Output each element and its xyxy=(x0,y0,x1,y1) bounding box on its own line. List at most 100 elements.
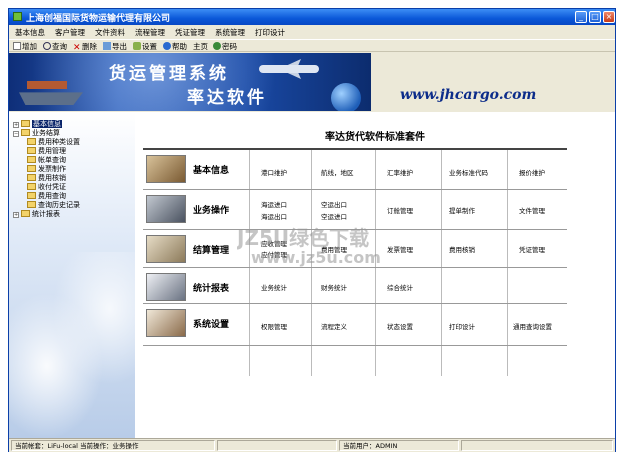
folder-icon xyxy=(27,138,36,145)
app-icon xyxy=(13,12,22,21)
page-title: 率达货代软件标准套件 xyxy=(325,132,425,143)
toolbar-settings[interactable]: 设置 xyxy=(133,41,157,52)
link-route-region[interactable]: 航线，地区 xyxy=(321,167,354,177)
window-title: 上海创福国际货物运输代理有限公司 xyxy=(26,14,171,24)
toolbar-add[interactable]: 增加 xyxy=(13,41,37,52)
folder-icon xyxy=(27,165,36,172)
settings-icon xyxy=(133,42,141,50)
help-icon xyxy=(163,42,171,50)
title-bar[interactable]: 上海创福国际货物运输代理有限公司 _ □ × xyxy=(9,9,615,25)
toolbar-help[interactable]: 帮助 xyxy=(163,41,187,52)
link-status-settings[interactable]: 状态设置 xyxy=(387,321,413,331)
cargo-illustration xyxy=(27,81,67,89)
link-business-codes[interactable]: 业务标准代码 xyxy=(449,167,488,177)
link-comprehensive-stats[interactable]: 综合统计 xyxy=(387,282,413,292)
status-segment-account: 当前帐套：LiFu-local 当前操作：业务操作 xyxy=(11,440,215,451)
cloud-background xyxy=(9,252,135,438)
folder-icon xyxy=(27,192,36,199)
toolbar-search[interactable]: 查询 xyxy=(43,41,67,52)
status-bar: 当前帐套：LiFu-local 当前操作：业务操作 当前用户：ADMIN xyxy=(9,438,615,452)
navigation-tree-panel: + 基本信息 − 业务结算 费用种类设置 费用管理 帐单查询 发票制作 费用核销 收… xyxy=(9,112,135,438)
app-window: 上海创福国际货物运输代理有限公司 _ □ × 基本信息 客户管理 文件资料 流程… xyxy=(8,8,616,452)
password-icon xyxy=(213,42,221,50)
link-workflow-definition[interactable]: 流程定义 xyxy=(321,321,347,331)
module-row-basic-info: 基本信息 港口维护 航线，地区 汇率维护 业务标准代码 报价维护 xyxy=(143,150,567,190)
module-row-operations: 业务操作 海运进口 海运出口 空运出口 空运进口 订舱管理 提单制作 文件管理 xyxy=(143,190,567,230)
toolbar: 增加 查询 ✕删除 导出 设置 帮助 主页 密码 xyxy=(9,39,615,53)
link-fee-writeoff[interactable]: 费用核销 xyxy=(449,244,475,254)
globe-illustration xyxy=(331,83,361,111)
link-exchange-rate[interactable]: 汇率维护 xyxy=(387,167,413,177)
tree-node-voucher[interactable]: 收付凭证 xyxy=(27,183,66,192)
link-receivables[interactable]: 应收管理 xyxy=(261,238,287,248)
reports-thumbnail xyxy=(146,273,186,301)
folder-icon xyxy=(27,156,36,163)
menu-basic-info[interactable]: 基本信息 xyxy=(15,27,45,38)
link-finance-stats[interactable]: 财务统计 xyxy=(321,282,347,292)
expand-icon[interactable]: + xyxy=(13,212,19,218)
collapse-icon[interactable]: − xyxy=(13,131,19,137)
link-print-design[interactable]: 打印设计 xyxy=(449,321,475,331)
tree-node-invoice[interactable]: 发票制作 xyxy=(27,165,66,174)
basic-info-thumbnail xyxy=(146,155,186,183)
folder-icon xyxy=(21,129,30,136)
tree-node-fee-manage[interactable]: 费用管理 xyxy=(27,147,66,156)
operations-thumbnail xyxy=(146,195,186,223)
menu-voucher[interactable]: 凭证管理 xyxy=(175,27,205,38)
link-voucher-management[interactable]: 凭证管理 xyxy=(519,244,545,254)
module-row-system: 系统设置 权限管理 流程定义 状态设置 打印设计 通用查询设置 xyxy=(143,304,567,346)
tree-node-basic-info[interactable]: + 基本信息 xyxy=(13,120,62,129)
link-invoice-management[interactable]: 发票管理 xyxy=(387,244,413,254)
link-air-export[interactable]: 空运出口 xyxy=(321,199,347,209)
link-bill-of-lading[interactable]: 提单制作 xyxy=(449,205,475,215)
link-query-settings[interactable]: 通用查询设置 xyxy=(513,321,552,331)
status-segment-empty xyxy=(217,440,337,451)
link-air-import[interactable]: 空运进口 xyxy=(321,211,347,221)
toolbar-export[interactable]: 导出 xyxy=(103,41,127,52)
module-grid: 基本信息 港口维护 航线，地区 汇率维护 业务标准代码 报价维护 业务操作 海运… xyxy=(143,150,567,376)
menu-bar: 基本信息 客户管理 文件资料 流程管理 凭证管理 系统管理 打印设计 xyxy=(9,26,615,38)
tree-node-history[interactable]: 查询历史记录 xyxy=(27,201,80,210)
link-permissions[interactable]: 权限管理 xyxy=(261,321,287,331)
folder-icon xyxy=(21,210,30,217)
folder-icon xyxy=(27,183,36,190)
banner: 货运管理系统 率达软件 xyxy=(9,53,371,111)
maximize-button[interactable]: □ xyxy=(589,11,601,23)
tree-node-settlement[interactable]: − 业务结算 xyxy=(13,129,60,138)
link-sea-import[interactable]: 海运进口 xyxy=(261,199,287,209)
search-icon xyxy=(43,42,51,50)
system-thumbnail xyxy=(146,309,186,337)
category-label: 业务操作 xyxy=(193,206,230,216)
menu-print-design[interactable]: 打印设计 xyxy=(255,27,285,38)
link-quote-maintenance[interactable]: 报价维护 xyxy=(519,167,545,177)
toolbar-home[interactable]: 主页 xyxy=(193,41,208,52)
minimize-button[interactable]: _ xyxy=(575,11,587,23)
menu-customer[interactable]: 客户管理 xyxy=(55,27,85,38)
link-port-maintenance[interactable]: 港口维护 xyxy=(261,167,287,177)
tree-node-bill-query[interactable]: 帐单查询 xyxy=(27,156,66,165)
folder-icon xyxy=(27,147,36,154)
tree-node-fee-writeoff[interactable]: 费用核销 xyxy=(27,174,66,183)
expand-icon[interactable]: + xyxy=(13,122,19,128)
tree-node-fee-query[interactable]: 费用查询 xyxy=(27,192,66,201)
menu-system[interactable]: 系统管理 xyxy=(215,27,245,38)
link-business-stats[interactable]: 业务统计 xyxy=(261,282,287,292)
menu-workflow[interactable]: 流程管理 xyxy=(135,27,165,38)
toolbar-password[interactable]: 密码 xyxy=(213,41,237,52)
tree-node-fee-type[interactable]: 费用种类设置 xyxy=(27,138,80,147)
menu-documents[interactable]: 文件资料 xyxy=(95,27,125,38)
category-label: 结算管理 xyxy=(193,246,230,256)
link-payables[interactable]: 应付管理 xyxy=(261,249,287,259)
link-fee-management[interactable]: 费用管理 xyxy=(321,244,347,254)
main-panel: 率达货代软件标准套件 基本信息 港口维护 航线，地区 汇率维护 业务标准代码 报… xyxy=(135,112,615,438)
tree-node-reports[interactable]: + 统计报表 xyxy=(13,210,60,219)
link-booking[interactable]: 订舱管理 xyxy=(387,205,413,215)
link-sea-export[interactable]: 海运出口 xyxy=(261,211,287,221)
link-file-management[interactable]: 文件管理 xyxy=(519,205,545,215)
toolbar-delete[interactable]: ✕删除 xyxy=(73,41,97,53)
category-label: 基本信息 xyxy=(193,166,230,176)
plane-illustration xyxy=(259,65,319,73)
export-icon xyxy=(103,42,111,50)
settlement-thumbnail xyxy=(146,235,186,263)
close-button[interactable]: × xyxy=(603,11,615,23)
